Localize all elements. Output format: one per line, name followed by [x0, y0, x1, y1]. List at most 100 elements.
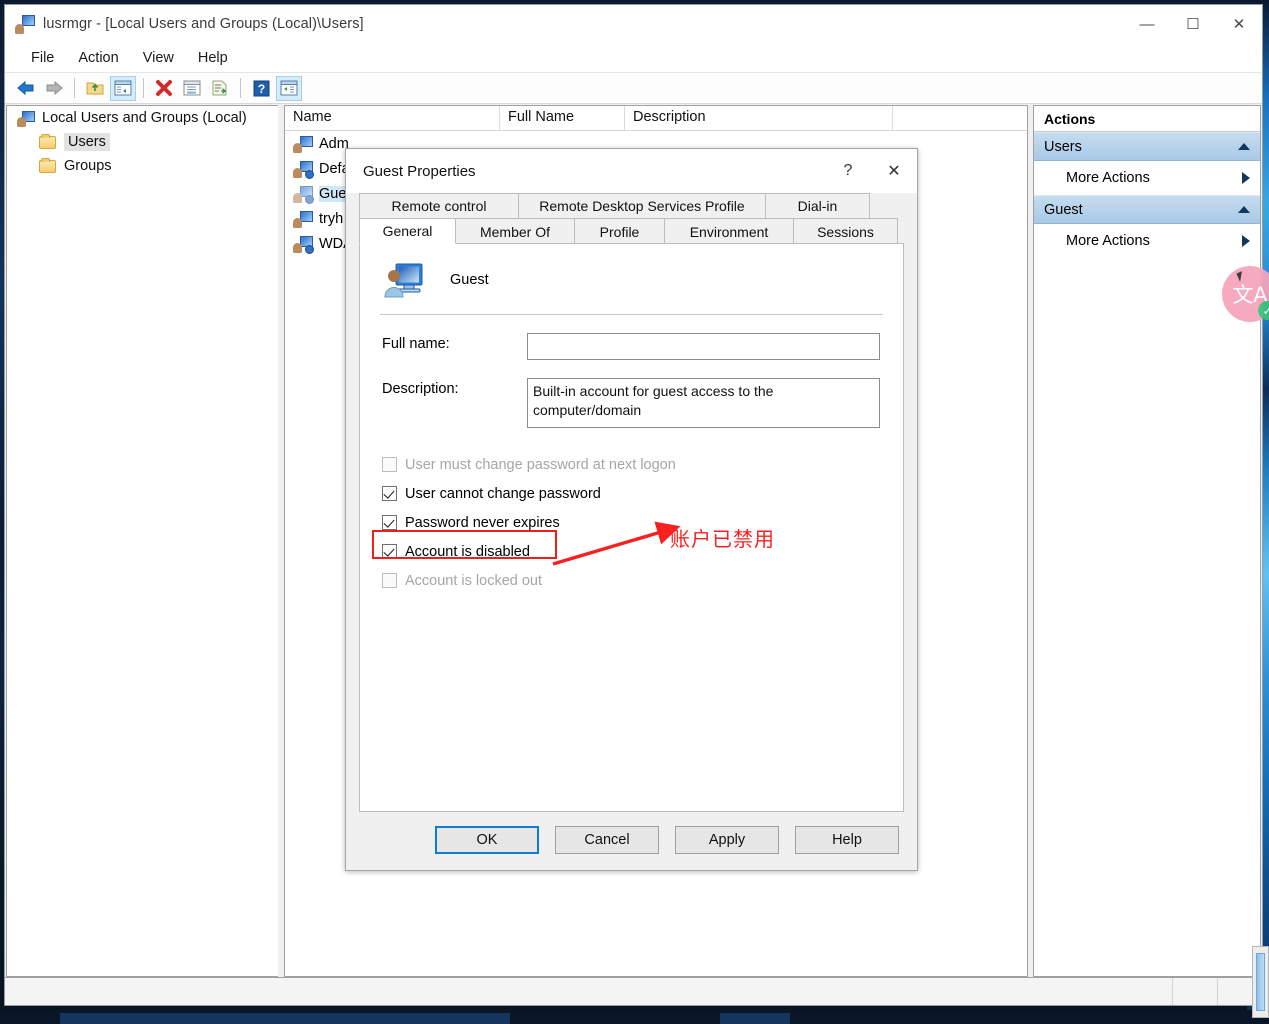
back-icon[interactable] [13, 76, 39, 101]
scrollbar-thumb[interactable] [1256, 953, 1265, 1011]
column-header-filler [893, 106, 1027, 130]
full-name-field[interactable] [527, 333, 880, 360]
toolbar: ? [5, 73, 1262, 104]
taskbar-item[interactable] [720, 1013, 790, 1024]
checkbox-label: User must change password at next logon [405, 456, 676, 473]
maximize-button[interactable]: ☐ [1170, 5, 1216, 43]
tab-profile[interactable]: Profile [574, 218, 665, 244]
window-title: lusrmgr - [Local Users and Groups (Local… [43, 16, 364, 32]
actions-pane: Actions Users More Actions Guest More Ac… [1033, 105, 1261, 977]
tab-general[interactable]: General [359, 218, 456, 244]
toolbar-separator [143, 78, 144, 98]
menu-help[interactable]: Help [186, 47, 240, 69]
tab-row-bottom: General Member Of Profile Environment Se… [359, 218, 904, 244]
tab-dial-in[interactable]: Dial-in [765, 193, 870, 218]
computer-user-icon [17, 110, 35, 127]
title-bar: lusrmgr - [Local Users and Groups (Local… [5, 5, 1262, 43]
chevron-right-icon[interactable] [1242, 235, 1250, 247]
dialog-help-button[interactable]: ? [825, 149, 871, 193]
action-label: More Actions [1066, 170, 1150, 186]
user-icon [293, 210, 313, 228]
apply-button[interactable]: Apply [675, 826, 779, 854]
svg-text:?: ? [257, 82, 264, 96]
column-header-description[interactable]: Description [625, 106, 893, 130]
menu-file[interactable]: File [19, 47, 66, 69]
checkbox-account-is-locked-out[interactable]: Account is locked out [382, 566, 903, 595]
account-name: Guest [450, 272, 489, 288]
checkbox-user-cannot-change-password[interactable]: User cannot change password [382, 479, 903, 508]
account-header: Guest [360, 244, 903, 300]
ok-button[interactable]: OK [435, 826, 539, 854]
sidebar-item-users[interactable]: Users [7, 130, 278, 154]
tree-root-local-users-and-groups[interactable]: Local Users and Groups (Local) [7, 106, 278, 130]
action-guest-more-actions[interactable]: More Actions [1034, 224, 1260, 258]
dialog-footer: OK Cancel Apply Help [346, 812, 917, 870]
checkbox-box[interactable] [382, 573, 397, 588]
cancel-button[interactable]: Cancel [555, 826, 659, 854]
tab-remote-control[interactable]: Remote control [359, 193, 519, 218]
tab-member-of[interactable]: Member Of [455, 218, 575, 244]
checkbox-password-never-expires[interactable]: Password never expires [382, 508, 903, 537]
status-text [5, 978, 1173, 1005]
window-controls: — ☐ ✕ [1124, 5, 1262, 43]
checkbox-box[interactable] [382, 457, 397, 472]
tab-remote-desktop-services-profile[interactable]: Remote Desktop Services Profile [518, 193, 766, 218]
actions-group-users[interactable]: Users [1034, 132, 1260, 161]
up-one-level-icon[interactable] [82, 76, 108, 101]
actions-group-guest-label: Guest [1044, 201, 1083, 218]
sidebar-item-groups[interactable]: Groups [7, 154, 278, 178]
menu-action[interactable]: Action [66, 47, 130, 69]
user-arrow-icon [293, 160, 314, 179]
taskbar-item[interactable] [60, 1013, 510, 1024]
help-button[interactable]: Help [795, 826, 899, 854]
dialog-close-button[interactable]: ✕ [871, 149, 917, 193]
close-button[interactable]: ✕ [1216, 5, 1262, 43]
general-tab-panel: Guest Full name: Description: Built-in a… [359, 243, 904, 812]
chevron-up-icon[interactable] [1238, 143, 1250, 150]
user-arrow-icon [293, 235, 314, 254]
folder-icon [39, 133, 57, 151]
column-header-full-name[interactable]: Full Name [500, 106, 625, 130]
chevron-right-icon[interactable] [1242, 172, 1250, 184]
taskbar[interactable] [0, 1010, 1269, 1024]
user-icon [293, 135, 313, 153]
status-cell [1173, 978, 1218, 1005]
checkbox-label: Password never expires [405, 514, 560, 531]
checkbox-label: Account is locked out [405, 572, 543, 589]
description-field[interactable]: Built-in account for guest access to the… [527, 378, 880, 428]
checkbox-label: Account is disabled [405, 543, 530, 560]
chevron-up-icon[interactable] [1238, 206, 1250, 213]
checkbox-box[interactable] [382, 486, 397, 501]
checkbox-box[interactable] [382, 515, 397, 530]
tab-strip: Remote control Remote Desktop Services P… [346, 193, 917, 244]
tab-environment[interactable]: Environment [664, 218, 794, 244]
export-list-icon[interactable] [207, 76, 233, 101]
minimize-button[interactable]: — [1124, 5, 1170, 43]
show-hide-console-tree-icon[interactable] [110, 75, 136, 101]
full-name-label: Full name: [382, 336, 450, 352]
action-users-more-actions[interactable]: More Actions [1034, 161, 1260, 195]
tab-sessions[interactable]: Sessions [793, 218, 898, 244]
console-tree-pane: Local Users and Groups (Local) Users Gro… [6, 105, 278, 977]
checkbox-account-is-disabled[interactable]: Account is disabled [382, 537, 903, 566]
full-name-row: Full name: [360, 333, 903, 360]
show-hide-action-pane-icon[interactable] [276, 75, 302, 101]
menu-view[interactable]: View [131, 47, 186, 69]
vertical-scrollbar[interactable] [1252, 946, 1269, 1018]
annotation-text: 账户已禁用 [670, 527, 775, 551]
description-label: Description: [382, 381, 459, 397]
checkbox-user-must-change-password[interactable]: User must change password at next logon [382, 450, 903, 479]
translate-widget-button[interactable]: 文A ✓ [1222, 266, 1269, 322]
delete-icon[interactable] [151, 76, 177, 101]
tree-root-label: Local Users and Groups (Local) [42, 110, 247, 126]
actions-pane-title: Actions [1034, 106, 1260, 132]
help-icon[interactable]: ? [248, 76, 274, 101]
sidebar-item-users-label: Users [64, 133, 110, 151]
checkbox-box[interactable] [382, 544, 397, 559]
forward-icon[interactable] [41, 76, 67, 101]
properties-icon[interactable] [179, 76, 205, 101]
folder-icon [39, 157, 57, 175]
column-header-name[interactable]: Name [285, 106, 500, 130]
description-row: Description: Built-in account for guest … [360, 378, 903, 428]
actions-group-guest[interactable]: Guest [1034, 195, 1260, 224]
